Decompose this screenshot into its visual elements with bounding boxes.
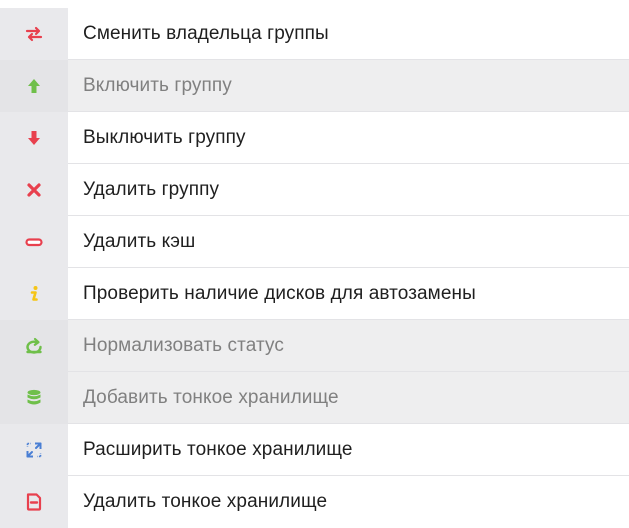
menu-item-label: Удалить группу <box>83 179 220 200</box>
close-icon <box>24 180 44 200</box>
menu-item-gutter <box>0 216 68 268</box>
menu-item-normalize-status[interactable]: Нормализовать статус <box>0 320 629 372</box>
refresh-icon <box>24 336 44 356</box>
menu-item-expand-thin-storage[interactable]: Расширить тонкое хранилище <box>0 424 629 476</box>
menu-item-gutter <box>0 424 68 476</box>
menu-item-gutter <box>0 268 68 320</box>
context-menu: Сменить владельца группы Включить группу… <box>0 0 629 528</box>
menu-item-label: Нормализовать статус <box>83 335 284 356</box>
arrow-down-icon <box>24 128 44 148</box>
menu-item-gutter <box>0 112 68 164</box>
menu-item-delete-thin-storage[interactable]: Удалить тонкое хранилище <box>0 476 629 528</box>
menu-item-label: Расширить тонкое хранилище <box>83 439 353 460</box>
menu-item-label: Удалить кэш <box>83 231 196 252</box>
menu-item-label: Удалить тонкое хранилище <box>83 491 328 512</box>
menu-item-label: Сменить владельца группы <box>83 23 329 44</box>
menu-item-change-owner[interactable]: Сменить владельца группы <box>0 8 629 60</box>
menu-item-label: Добавить тонкое хранилище <box>83 387 339 408</box>
menu-item-label: Проверить наличие дисков для автозамены <box>83 283 476 304</box>
menu-item-disable-group[interactable]: Выключить группу <box>0 112 629 164</box>
menu-item-gutter <box>0 320 68 372</box>
minus-pill-icon <box>24 232 44 252</box>
menu-item-gutter <box>0 164 68 216</box>
menu-item-delete-group[interactable]: Удалить группу <box>0 164 629 216</box>
info-icon <box>24 284 44 304</box>
menu-item-label: Включить группу <box>83 75 232 96</box>
menu-item-label: Выключить группу <box>83 127 246 148</box>
menu-item-gutter <box>0 476 68 528</box>
menu-item-delete-cache[interactable]: Удалить кэш <box>0 216 629 268</box>
menu-item-gutter <box>0 60 68 112</box>
arrow-up-icon <box>24 76 44 96</box>
remove-storage-icon <box>24 492 44 512</box>
expand-icon <box>24 440 44 460</box>
menu-item-check-disks[interactable]: Проверить наличие дисков для автозамены <box>0 268 629 320</box>
menu-item-gutter <box>0 372 68 424</box>
menu-item-add-thin-storage[interactable]: Добавить тонкое хранилище <box>0 372 629 424</box>
database-icon <box>24 388 44 408</box>
menu-item-enable-group[interactable]: Включить группу <box>0 60 629 112</box>
menu-item-gutter <box>0 8 68 60</box>
swap-arrows-icon <box>24 24 44 44</box>
